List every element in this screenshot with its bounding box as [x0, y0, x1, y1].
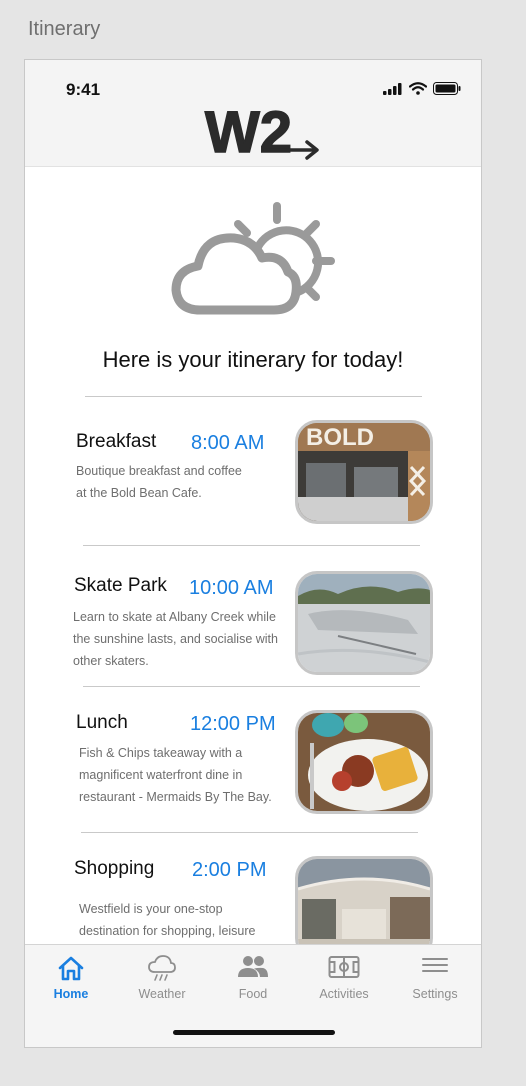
item-time: 2:00 PM: [192, 859, 267, 881]
tab-label: Food: [238, 987, 268, 1001]
item-name: Shopping: [74, 858, 155, 879]
item-name: Breakfast: [76, 431, 157, 452]
tab-label: Activities: [319, 987, 369, 1001]
app-header: 9:41 W2: [25, 60, 481, 167]
people-icon: [238, 956, 268, 977]
logo-text: W2: [205, 100, 292, 165]
cellular-signal-icon: [383, 82, 402, 95]
menu-icon: [422, 958, 448, 972]
tab-activities[interactable]: Activities: [304, 945, 384, 1005]
battery-icon: [433, 82, 461, 95]
tab-label: Settings: [412, 987, 458, 1001]
divider: [81, 832, 418, 833]
item-description: Westfield is your one-stop destination f…: [79, 902, 256, 938]
item-description: Learn to skate at Albany Creek while the…: [73, 610, 278, 668]
tab-label: Weather: [138, 987, 186, 1001]
item-image-lunch[interactable]: [295, 710, 433, 814]
item-description: Boutique breakfast and coffee at the Bol…: [76, 464, 242, 500]
home-icon: [58, 956, 84, 981]
cloud-rain-icon: [148, 955, 176, 981]
partly-cloudy-icon: [170, 200, 340, 325]
tab-settings[interactable]: Settings: [395, 945, 475, 1005]
item-name: Skate Park: [74, 575, 167, 596]
tab-home[interactable]: Home: [31, 945, 111, 1005]
app-logo: W2: [203, 94, 323, 171]
wifi-icon: [409, 82, 427, 95]
divider: [83, 686, 420, 687]
field-icon: [328, 956, 360, 978]
item-description: Fish & Chips takeaway with a magnificent…: [79, 746, 272, 804]
home-indicator[interactable]: [173, 1030, 335, 1035]
frame-label: Itinerary: [28, 18, 101, 40]
phone-screen: 9:41 W2 Here is your itinerary for today…: [24, 59, 482, 1048]
tab-label: Home: [53, 987, 89, 1001]
cafe-sign-text: BOLD: [306, 424, 374, 451]
tab-food[interactable]: Food: [213, 945, 293, 1005]
status-icons: [383, 82, 461, 95]
item-name: Lunch: [76, 712, 128, 733]
divider: [85, 396, 422, 397]
tab-weather[interactable]: Weather: [122, 945, 202, 1005]
item-time: 12:00 PM: [190, 713, 276, 735]
item-image-skate-park[interactable]: [295, 571, 433, 675]
item-time: 10:00 AM: [189, 577, 274, 599]
status-time: 9:41: [66, 80, 101, 99]
item-time: 8:00 AM: [191, 432, 265, 454]
item-image-cafe[interactable]: BOLD: [295, 420, 433, 524]
page-title: Here is your itinerary for today!: [102, 347, 404, 372]
divider: [83, 545, 420, 546]
tab-bar: Home Weather Food Activities Settings: [25, 944, 481, 1047]
